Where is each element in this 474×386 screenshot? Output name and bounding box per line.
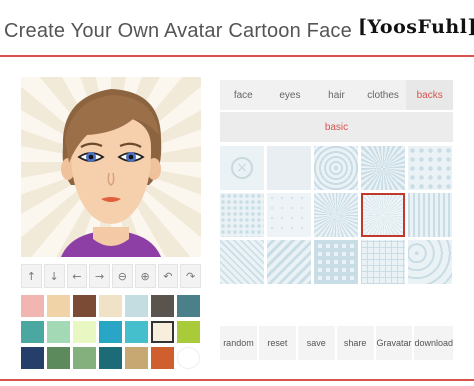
redo-icon[interactable]: ↷ — [180, 264, 201, 288]
tab-backs[interactable]: backs — [406, 80, 453, 110]
background-option-grid-lines[interactable] — [361, 240, 405, 284]
tab-hair[interactable]: hair — [313, 80, 360, 110]
background-option-burst[interactable] — [361, 146, 405, 190]
color-swatch[interactable] — [73, 321, 96, 343]
color-swatch[interactable] — [177, 347, 200, 369]
tab-clothes[interactable]: clothes — [360, 80, 407, 110]
action-bar: random reset save share Gravatar downloa… — [220, 326, 453, 360]
color-swatch[interactable] — [73, 295, 96, 317]
color-swatch[interactable] — [125, 321, 148, 343]
footer-divider — [0, 379, 474, 381]
no-background-icon: × — [231, 157, 253, 179]
color-swatch[interactable] — [21, 347, 44, 369]
tab-eyes[interactable]: eyes — [267, 80, 314, 110]
background-option-burst-rays[interactable] — [314, 193, 358, 237]
color-swatch[interactable] — [47, 295, 70, 317]
color-swatch[interactable] — [47, 347, 70, 369]
tab-face[interactable]: face — [220, 80, 267, 110]
arrow-left-icon[interactable]: ← — [66, 264, 88, 288]
arrow-right-icon[interactable]: → — [89, 264, 110, 288]
background-option-plain[interactable] — [267, 146, 311, 190]
background-option-diag-lines[interactable] — [220, 240, 264, 284]
color-swatch[interactable] — [47, 321, 70, 343]
zoom-in-icon[interactable]: ⊕ — [134, 264, 156, 288]
color-swatch[interactable] — [151, 295, 174, 317]
color-swatch[interactable] — [21, 321, 44, 343]
background-option-rings[interactable] — [314, 146, 358, 190]
background-option-diag-stripes[interactable] — [267, 240, 311, 284]
random-button[interactable]: random — [220, 326, 257, 360]
arrow-up-icon[interactable]: ↑ — [21, 264, 42, 288]
color-swatch[interactable] — [177, 295, 200, 317]
header-divider — [0, 55, 474, 57]
gravatar-button[interactable]: Gravatar — [375, 326, 413, 360]
color-swatch[interactable] — [125, 347, 148, 369]
color-swatch[interactable] — [73, 347, 96, 369]
color-swatch[interactable] — [99, 347, 122, 369]
category-tabs: face eyes hair clothes backs — [220, 80, 453, 110]
color-swatch[interactable] — [125, 295, 148, 317]
subcategory-bar: basic — [220, 112, 453, 142]
background-option-stripes[interactable] — [408, 193, 452, 237]
color-swatch[interactable] — [151, 347, 174, 369]
color-swatch[interactable] — [151, 321, 174, 343]
avatar-preview — [21, 77, 201, 257]
page-title: Create Your Own Avatar Cartoon Face — [4, 20, 352, 42]
background-option-hearts[interactable] — [408, 146, 452, 190]
subtab-basic[interactable]: basic — [325, 122, 348, 133]
download-button[interactable]: download — [414, 326, 453, 360]
arrow-down-icon[interactable]: ↓ — [43, 264, 65, 288]
background-option-circles[interactable] — [408, 240, 452, 284]
share-button[interactable]: share — [336, 326, 374, 360]
color-swatch[interactable] — [99, 321, 122, 343]
color-swatch[interactable] — [99, 295, 122, 317]
undo-icon[interactable]: ↶ — [157, 264, 179, 288]
background-option-dots[interactable] — [220, 193, 264, 237]
background-option-rays[interactable] — [361, 193, 405, 237]
avatar-controls: ↑ ↓ ← → ⊖ ⊕ ↶ ↷ — [21, 264, 201, 288]
zoom-out-icon[interactable]: ⊖ — [112, 264, 133, 288]
site-logo[interactable]: [YoosFuhl] — [358, 16, 474, 38]
background-option-squares[interactable] — [314, 240, 358, 284]
background-option-plain-dots[interactable] — [267, 193, 311, 237]
avatar-canvas — [21, 77, 201, 257]
color-swatch[interactable] — [177, 321, 200, 343]
reset-button[interactable]: reset — [258, 326, 296, 360]
color-swatch[interactable] — [21, 295, 44, 317]
save-button[interactable]: save — [297, 326, 335, 360]
background-option-none[interactable]: × — [220, 146, 264, 190]
